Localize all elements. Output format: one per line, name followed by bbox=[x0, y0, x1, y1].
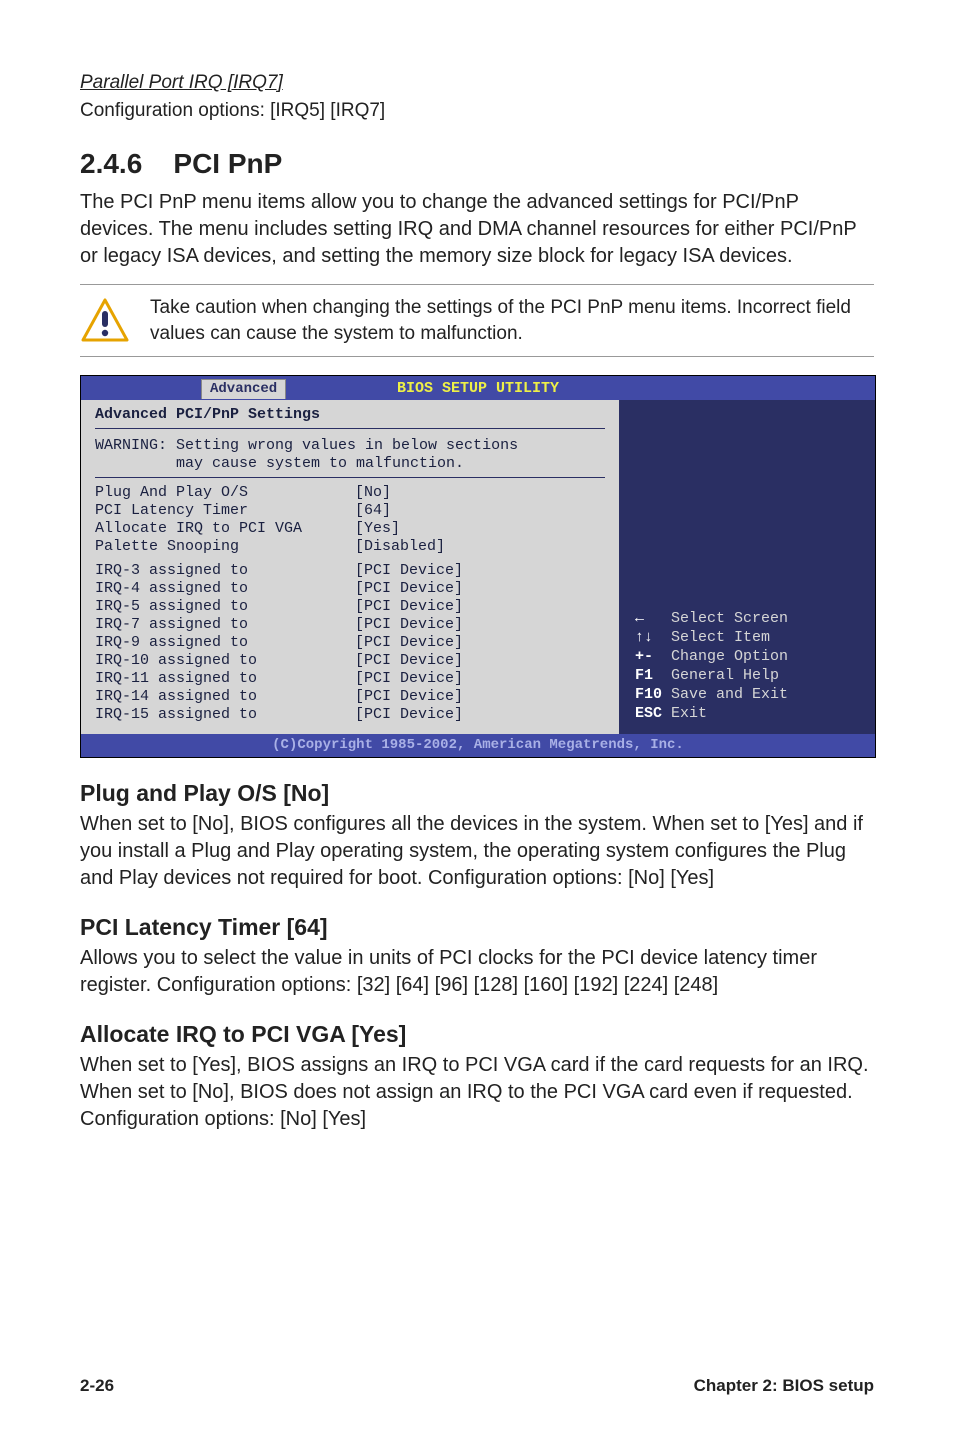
parallel-port-title: Parallel Port IRQ [IRQ7] bbox=[80, 70, 874, 96]
plug-and-play-desc: When set to [No], BIOS configures all th… bbox=[80, 811, 874, 892]
bios-help-row: ↑↓Select Item bbox=[635, 629, 865, 647]
warning-icon bbox=[80, 296, 130, 346]
allocate-irq-desc: When set to [Yes], BIOS assigns an IRQ t… bbox=[80, 1052, 874, 1133]
bios-screenshot: Advanced BIOS SETUP UTILITY Advanced PCI… bbox=[80, 375, 874, 758]
bios-irq-row: IRQ-3 assigned to[PCI Device] bbox=[95, 562, 605, 580]
bios-warning: WARNING: Setting wrong values in below s… bbox=[95, 433, 605, 478]
bios-help-row: ←Select Screen bbox=[635, 610, 865, 628]
bios-help-panel: ←Select Screen↑↓Select Item+-Change Opti… bbox=[621, 400, 875, 734]
bios-setting-row: Allocate IRQ to PCI VGA[Yes] bbox=[95, 520, 605, 538]
bios-help-row: F10Save and Exit bbox=[635, 686, 865, 704]
chapter-label: Chapter 2: BIOS setup bbox=[694, 1375, 874, 1398]
bios-help-row: F1General Help bbox=[635, 667, 865, 685]
bios-help-row: +-Change Option bbox=[635, 648, 865, 666]
bios-setting-row: Palette Snooping[Disabled] bbox=[95, 538, 605, 556]
bios-irq-row: IRQ-5 assigned to[PCI Device] bbox=[95, 598, 605, 616]
bios-tab-advanced: Advanced bbox=[201, 379, 286, 399]
section-title: PCI PnP bbox=[173, 148, 282, 179]
section-number: 2.4.6 bbox=[80, 148, 142, 179]
bios-irq-row: IRQ-15 assigned to[PCI Device] bbox=[95, 706, 605, 724]
bios-setting-row: Plug And Play O/S[No] bbox=[95, 484, 605, 502]
parallel-port-options: Configuration options: [IRQ5] [IRQ7] bbox=[80, 98, 874, 124]
bios-help-row: ESCExit bbox=[635, 705, 865, 723]
bios-irq-row: IRQ-11 assigned to[PCI Device] bbox=[95, 670, 605, 688]
bios-irq-row: IRQ-14 assigned to[PCI Device] bbox=[95, 688, 605, 706]
caution-note: Take caution when changing the settings … bbox=[80, 284, 874, 357]
bios-irq-row: IRQ-10 assigned to[PCI Device] bbox=[95, 652, 605, 670]
section-heading: 2.4.6 PCI PnP bbox=[80, 145, 874, 183]
pci-latency-heading: PCI Latency Timer [64] bbox=[80, 912, 874, 943]
page-footer: 2-26 Chapter 2: BIOS setup bbox=[80, 1375, 874, 1398]
caution-text: Take caution when changing the settings … bbox=[150, 295, 874, 346]
bios-irq-row: IRQ-4 assigned to[PCI Device] bbox=[95, 580, 605, 598]
bios-setting-row: PCI Latency Timer[64] bbox=[95, 502, 605, 520]
pci-latency-desc: Allows you to select the value in units … bbox=[80, 945, 874, 999]
bios-left-panel: Advanced PCI/PnP Settings WARNING: Setti… bbox=[81, 400, 621, 734]
bios-titlebar: Advanced BIOS SETUP UTILITY bbox=[81, 376, 875, 400]
bios-panel-title: Advanced PCI/PnP Settings bbox=[95, 406, 605, 429]
allocate-irq-heading: Allocate IRQ to PCI VGA [Yes] bbox=[80, 1019, 874, 1050]
bios-irq-row: IRQ-7 assigned to[PCI Device] bbox=[95, 616, 605, 634]
plug-and-play-heading: Plug and Play O/S [No] bbox=[80, 778, 874, 809]
bios-footer: (C)Copyright 1985-2002, American Megatre… bbox=[81, 734, 875, 757]
section-description: The PCI PnP menu items allow you to chan… bbox=[80, 189, 874, 270]
page-number: 2-26 bbox=[80, 1375, 114, 1398]
bios-title: BIOS SETUP UTILITY bbox=[397, 380, 559, 397]
bios-irq-row: IRQ-9 assigned to[PCI Device] bbox=[95, 634, 605, 652]
